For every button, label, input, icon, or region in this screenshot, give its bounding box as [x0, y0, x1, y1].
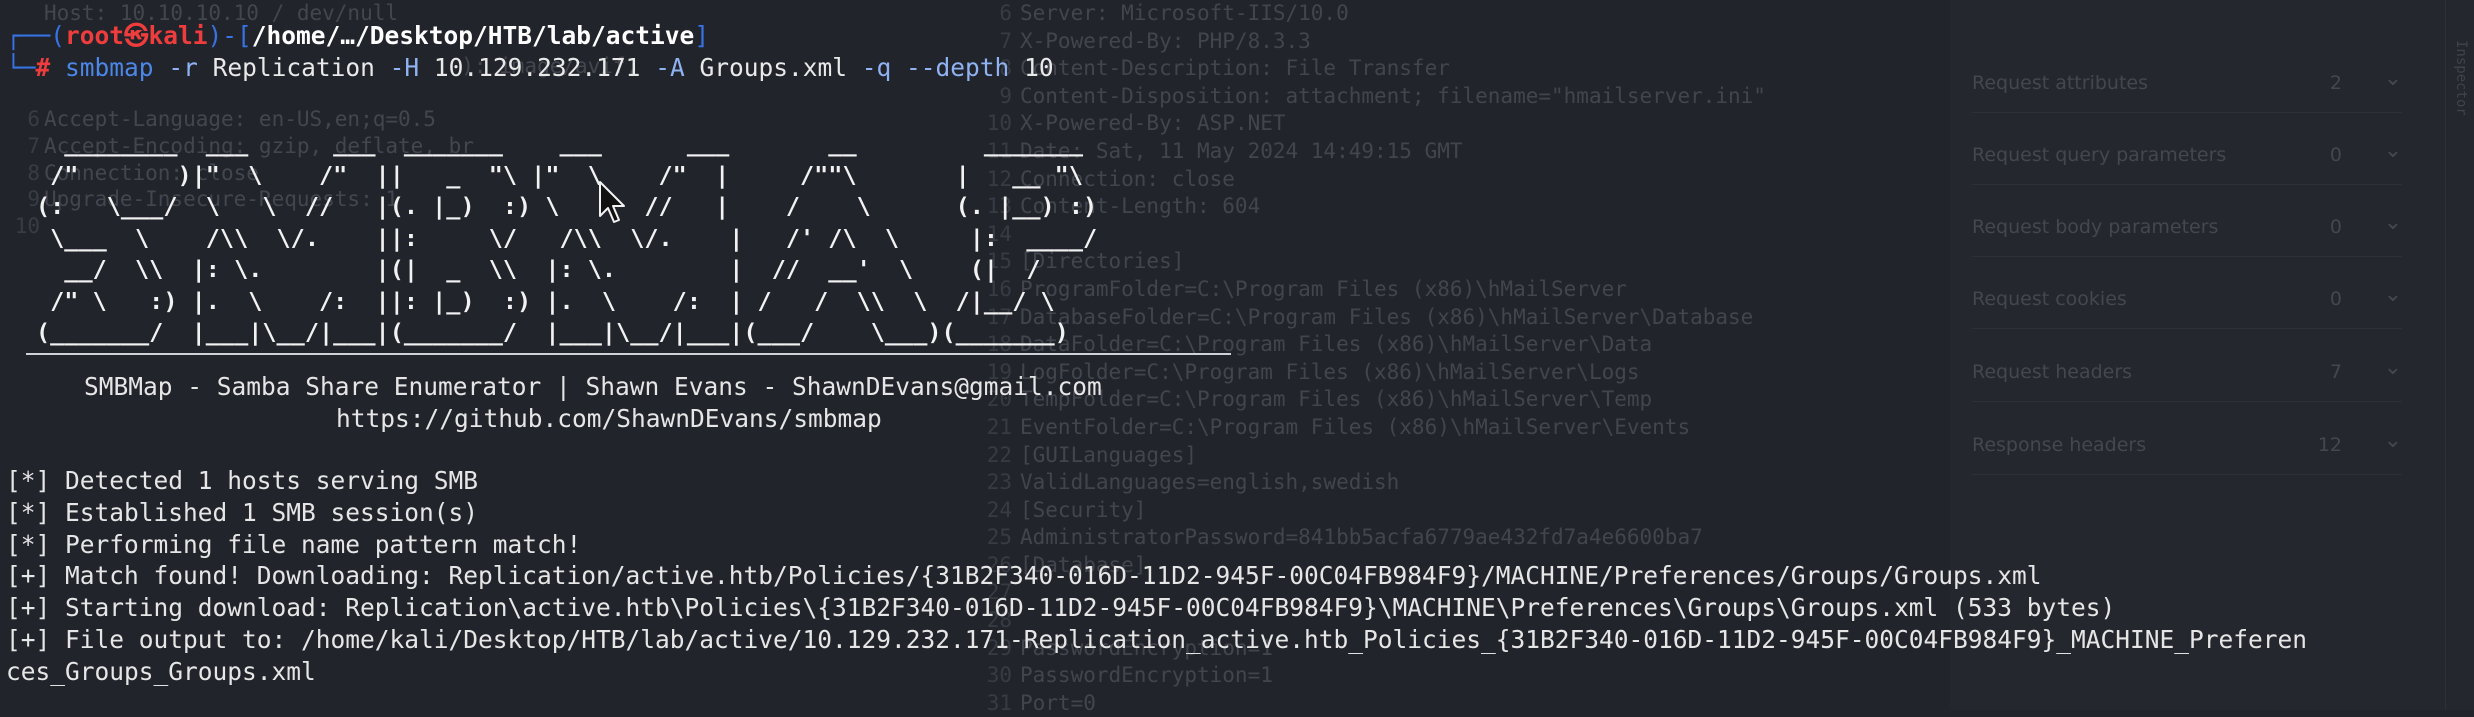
mouse-pointer-icon — [599, 181, 625, 223]
banner-tagline: SMBMap - Samba Share Enumerator | Shawn … — [84, 372, 1102, 401]
output-line: [+] Match found! Downloading: Replicatio… — [6, 561, 2042, 590]
prompt-user: root㉿kali — [65, 21, 208, 50]
command-program: smbmap — [65, 53, 154, 82]
prompt-line: ┌──(root㉿kali)-[/home/…/Desktop/HTB/lab/… — [6, 21, 710, 50]
output-line: [*] Detected 1 hosts serving SMB — [6, 466, 479, 495]
terminal[interactable]: ┌──(root㉿kali)-[/home/…/Desktop/HTB/lab/… — [0, 0, 2474, 710]
output-line: ces_Groups_Groups.xml — [6, 657, 316, 686]
smbmap-ascii-banner: ________ ___ ___ _______ ___ ___ __ ____… — [36, 129, 1098, 346]
banner-divider — [26, 353, 1231, 355]
output-line: [*] Performing file name pattern match! — [6, 530, 582, 559]
command-line[interactable]: └─# smbmap -r Replication -H 10.129.232.… — [6, 52, 1054, 84]
prompt-path: /home/…/Desktop/HTB/lab/active — [251, 21, 695, 50]
banner-url[interactable]: https://github.com/ShawnDEvans/smbmap — [336, 403, 882, 435]
output-line: [*] Established 1 SMB session(s) — [6, 498, 479, 527]
output-line: [+] Starting download: Replication\activ… — [6, 593, 2116, 622]
output-line: [+] File output to: /home/kali/Desktop/H… — [6, 625, 2308, 654]
